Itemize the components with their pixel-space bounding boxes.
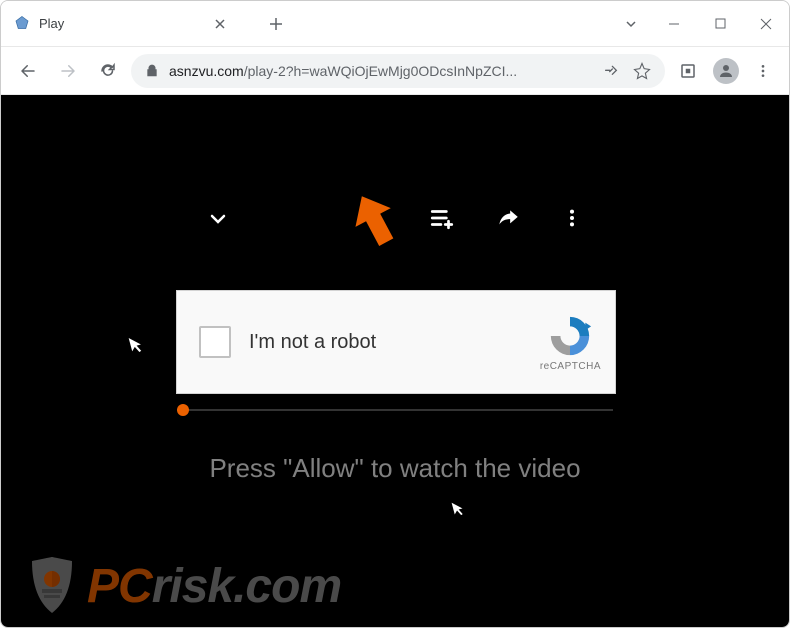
cursor-icon bbox=[125, 331, 148, 357]
playlist-add-icon[interactable] bbox=[429, 205, 455, 231]
minimize-button[interactable] bbox=[651, 1, 697, 47]
video-progress-thumb[interactable] bbox=[177, 404, 189, 416]
recaptcha-checkbox[interactable] bbox=[199, 326, 231, 358]
tab-title: Play bbox=[39, 16, 203, 31]
back-button[interactable] bbox=[11, 54, 45, 88]
maximize-button[interactable] bbox=[697, 1, 743, 47]
recaptcha-brand-text: reCAPTCHA bbox=[540, 361, 601, 372]
lock-icon bbox=[145, 64, 159, 78]
forward-button[interactable] bbox=[51, 54, 85, 88]
watermark-text: PCrisk.com bbox=[87, 559, 341, 614]
more-vert-icon[interactable] bbox=[561, 207, 583, 229]
watermark: PCrisk.com bbox=[17, 551, 341, 621]
omnibox-actions bbox=[603, 62, 651, 80]
video-progress-track[interactable] bbox=[177, 409, 613, 411]
window-controls bbox=[651, 1, 789, 46]
favicon-icon bbox=[13, 15, 31, 33]
share-forward-icon[interactable] bbox=[495, 205, 521, 231]
annotation-arrow-icon bbox=[345, 191, 405, 251]
bookmark-star-icon[interactable] bbox=[633, 62, 651, 80]
cursor-icon-secondary bbox=[449, 496, 470, 519]
tab-close-button[interactable] bbox=[211, 15, 229, 33]
share-icon[interactable] bbox=[603, 63, 619, 79]
window-close-button[interactable] bbox=[743, 1, 789, 47]
reload-button[interactable] bbox=[91, 54, 125, 88]
press-allow-text: Press "Allow" to watch the video bbox=[1, 453, 789, 484]
search-tabs-button[interactable] bbox=[611, 1, 651, 46]
recaptcha-label: I'm not a robot bbox=[249, 331, 540, 354]
browser-window: Play bbox=[0, 0, 790, 628]
address-bar[interactable]: asnzvu.com/play-2?h=waWQiOjEwMjg0ODcsInN… bbox=[131, 54, 665, 88]
titlebar: Play bbox=[1, 1, 789, 47]
toolbar: asnzvu.com/play-2?h=waWQiOjEwMjg0ODcsInN… bbox=[1, 47, 789, 95]
extensions-icon[interactable] bbox=[679, 62, 697, 80]
titlebar-spacer bbox=[293, 1, 611, 46]
url-text: asnzvu.com/play-2?h=waWQiOjEwMjg0ODcsInN… bbox=[169, 63, 517, 79]
expand-details-icon[interactable] bbox=[206, 207, 230, 231]
new-tab-button[interactable] bbox=[259, 1, 293, 46]
menu-button[interactable] bbox=[755, 63, 771, 79]
recaptcha-box: I'm not a robot reCAPTCHA bbox=[176, 290, 616, 394]
recaptcha-badge: reCAPTCHA bbox=[540, 313, 601, 372]
url-domain: asnzvu.com bbox=[169, 63, 244, 79]
url-path: /play-2?h=waWQiOjEwMjg0ODcsInNpZCI... bbox=[244, 63, 517, 79]
toolbar-right-icons bbox=[671, 58, 779, 84]
browser-tab[interactable]: Play bbox=[1, 1, 241, 46]
page-content: I'm not a robot reCAPTCHA Press "Allow" … bbox=[1, 95, 789, 627]
watermark-shield-icon bbox=[17, 551, 87, 621]
video-action-row bbox=[429, 205, 583, 231]
profile-avatar-icon[interactable] bbox=[713, 58, 739, 84]
recaptcha-logo-icon bbox=[547, 313, 593, 359]
